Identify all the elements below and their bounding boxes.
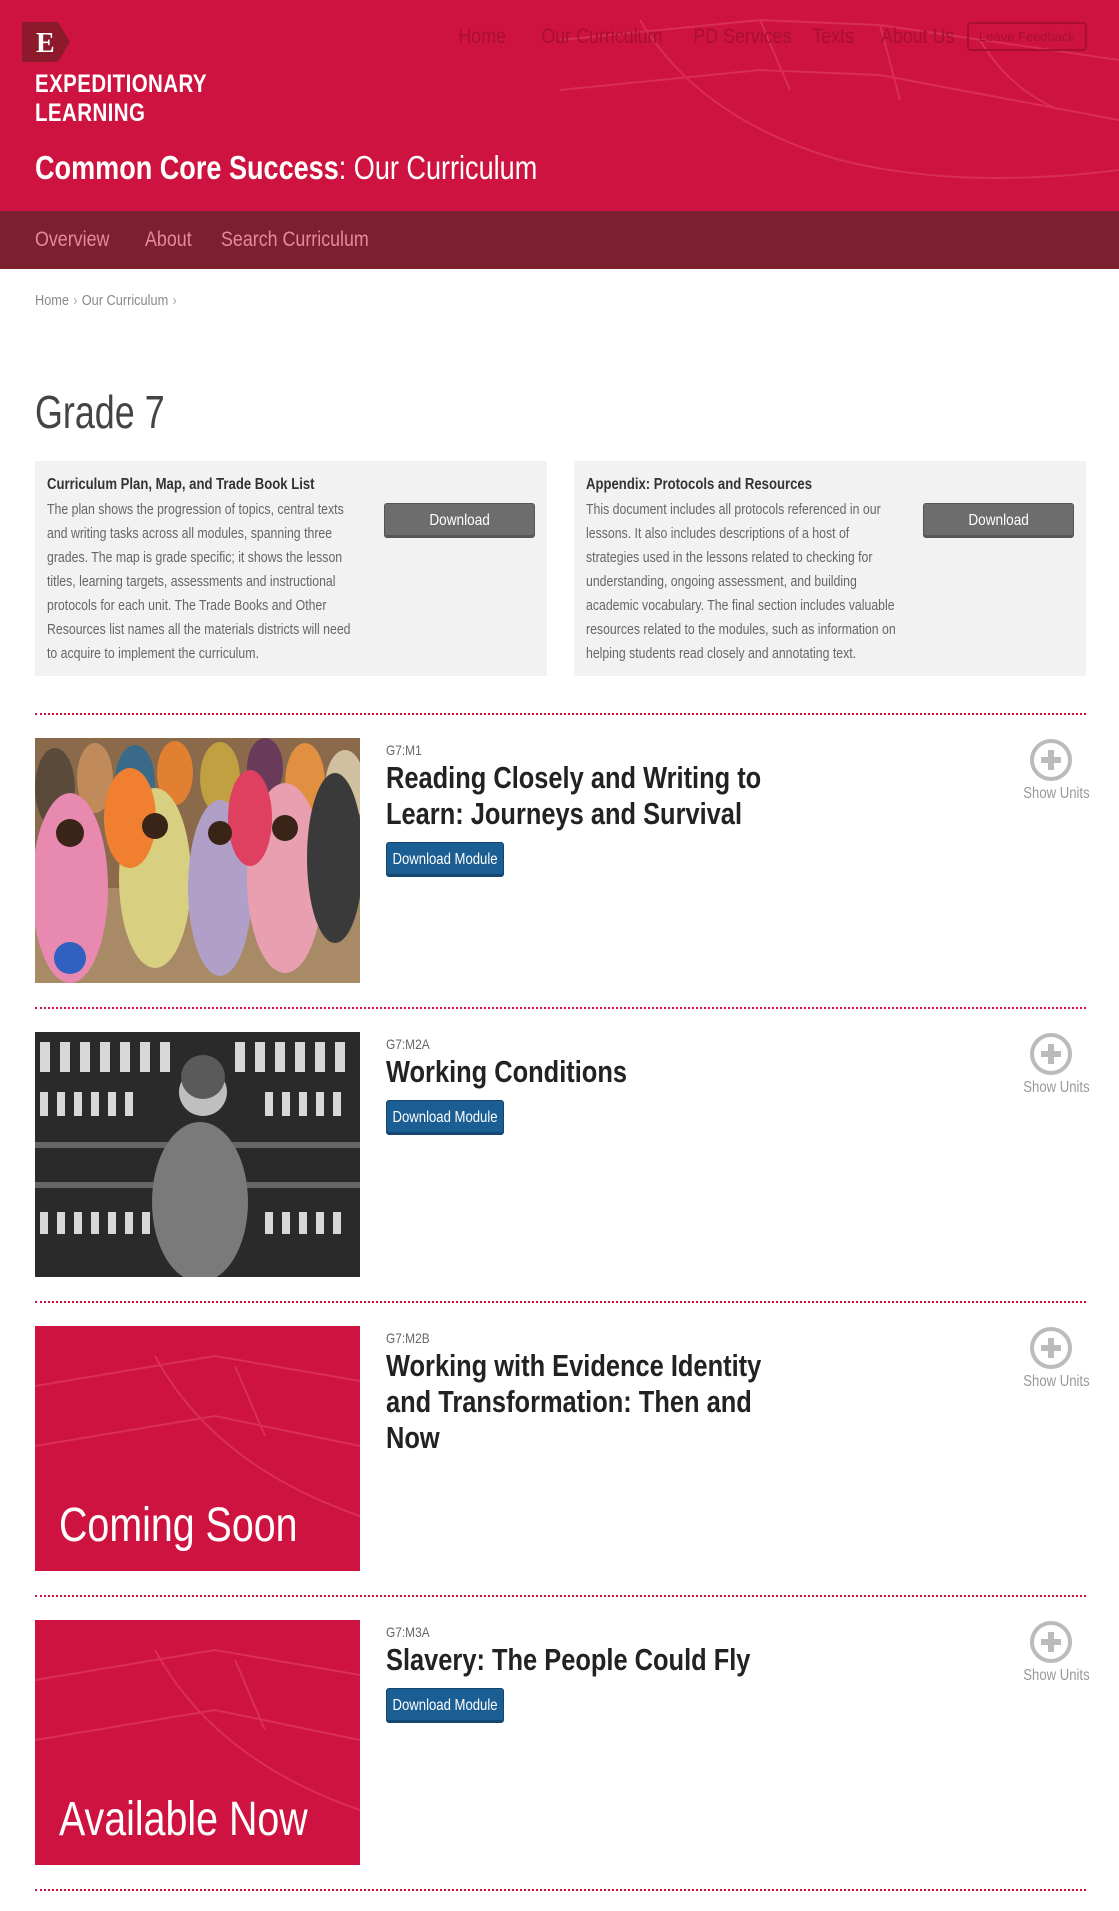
module-code: G7:M3A bbox=[386, 1624, 430, 1640]
plus-circle-icon bbox=[1030, 739, 1072, 781]
coming-soon-label: Coming Soon bbox=[59, 1499, 298, 1552]
plus-circle-icon bbox=[1030, 1327, 1072, 1369]
download-curriculum-plan-button[interactable]: Download bbox=[384, 503, 535, 538]
module-g7-m3a: Available Now G7:M3A Slavery: The People… bbox=[35, 1620, 1090, 1865]
breadcrumb: Home › Our Curriculum › bbox=[35, 292, 181, 309]
module-title[interactable]: Working with Evidence Identity and Trans… bbox=[386, 1348, 812, 1456]
site-header: E EXPEDITIONARY LEARNING Common Core Suc… bbox=[0, 0, 1119, 211]
show-units-toggle[interactable]: Show Units bbox=[1016, 1032, 1090, 1097]
module-divider bbox=[35, 1007, 1086, 1009]
download-label: Download bbox=[429, 511, 490, 529]
page-title: Grade 7 bbox=[35, 386, 165, 438]
module-photo-mill bbox=[35, 1032, 360, 1277]
sub-nav: Overview About Search Curriculum bbox=[0, 211, 1119, 269]
module-image-placeholder[interactable]: Coming Soon bbox=[35, 1326, 360, 1571]
module-code: G7:M2A bbox=[386, 1036, 430, 1052]
module-g7-m2b: Coming Soon G7:M2B Working with Evidence… bbox=[35, 1326, 1090, 1571]
module-image[interactable] bbox=[35, 1032, 360, 1277]
download-module-button[interactable]: Download Module bbox=[386, 1688, 504, 1723]
download-module-button[interactable]: Download Module bbox=[386, 1100, 504, 1135]
module-image-placeholder[interactable]: Available Now bbox=[35, 1620, 360, 1865]
module-g7-m2a: G7:M2A Working Conditions Download Modul… bbox=[35, 1032, 1090, 1277]
module-code: G7:M1 bbox=[386, 742, 422, 758]
site-title-rest: : Our Curriculum bbox=[338, 149, 538, 186]
site-title-bold: Common Core Success bbox=[35, 149, 339, 186]
module-divider bbox=[35, 713, 1086, 715]
leave-feedback-button[interactable]: Leave Feedback bbox=[966, 22, 1087, 51]
nav-pd-services[interactable]: PD Services bbox=[693, 25, 791, 49]
download-module-label: Download Module bbox=[392, 850, 498, 868]
logo-line-2: LEARNING bbox=[35, 99, 146, 127]
nav-texts[interactable]: Texts bbox=[813, 25, 855, 49]
document-panel-curriculum-plan: Curriculum Plan, Map, and Trade Book Lis… bbox=[35, 461, 547, 676]
download-appendix-button[interactable]: Download bbox=[923, 503, 1074, 538]
logo-mark-icon: E bbox=[22, 22, 70, 62]
document-description: This document includes all protocols ref… bbox=[586, 501, 896, 662]
breadcrumb-separator: › bbox=[172, 292, 177, 309]
plus-circle-icon bbox=[1030, 1621, 1072, 1663]
show-units-label: Show Units bbox=[1023, 785, 1090, 802]
show-units-label: Show Units bbox=[1023, 1373, 1090, 1390]
show-units-label: Show Units bbox=[1023, 1667, 1090, 1684]
subnav-overview[interactable]: Overview bbox=[35, 228, 109, 252]
download-label: Download bbox=[968, 511, 1029, 529]
site-logo-text[interactable]: EXPEDITIONARY LEARNING bbox=[35, 70, 207, 128]
module-title[interactable]: Reading Closely and Writing to Learn: Jo… bbox=[386, 760, 812, 832]
module-divider bbox=[35, 1595, 1086, 1597]
nav-our-curriculum[interactable]: Our Curriculum bbox=[541, 25, 662, 49]
document-title: Appendix: Protocols and Resources bbox=[586, 476, 812, 493]
logo-line-1: EXPEDITIONARY bbox=[35, 70, 208, 98]
plus-circle-icon bbox=[1030, 1033, 1072, 1075]
site-title: Common Core Success: Our Curriculum bbox=[35, 150, 537, 186]
show-units-label: Show Units bbox=[1023, 1079, 1090, 1096]
module-code: G7:M2B bbox=[386, 1330, 430, 1346]
document-title: Curriculum Plan, Map, and Trade Book Lis… bbox=[47, 476, 315, 493]
show-units-toggle[interactable]: Show Units bbox=[1016, 1620, 1090, 1685]
breadcrumb-home[interactable]: Home bbox=[35, 292, 69, 309]
show-units-toggle[interactable]: Show Units bbox=[1016, 738, 1090, 803]
show-units-toggle[interactable]: Show Units bbox=[1016, 1326, 1090, 1391]
available-now-label: Available Now bbox=[59, 1793, 308, 1846]
nav-about-us[interactable]: About Us bbox=[881, 25, 954, 49]
document-description: The plan shows the progression of topics… bbox=[47, 501, 351, 662]
download-module-label: Download Module bbox=[392, 1108, 498, 1126]
module-g7-m1: G7:M1 Reading Closely and Writing to Lea… bbox=[35, 738, 1090, 983]
top-nav: Home Our Curriculum PD Services Texts Ab… bbox=[436, 22, 1087, 51]
svg-text:E: E bbox=[36, 28, 55, 59]
module-divider bbox=[35, 1301, 1086, 1303]
module-title[interactable]: Working Conditions bbox=[386, 1054, 812, 1090]
module-image[interactable] bbox=[35, 738, 360, 983]
module-divider bbox=[35, 1889, 1086, 1891]
download-module-button[interactable]: Download Module bbox=[386, 842, 504, 877]
document-panel-appendix: Appendix: Protocols and Resources This d… bbox=[574, 461, 1086, 676]
subnav-about[interactable]: About bbox=[145, 228, 192, 252]
subnav-search-curriculum[interactable]: Search Curriculum bbox=[221, 228, 369, 252]
module-photo-crowd bbox=[35, 738, 360, 983]
breadcrumb-separator: › bbox=[73, 292, 78, 309]
breadcrumb-our-curriculum[interactable]: Our Curriculum bbox=[82, 292, 168, 309]
download-module-label: Download Module bbox=[392, 1696, 498, 1714]
nav-home[interactable]: Home bbox=[458, 25, 506, 49]
module-title[interactable]: Slavery: The People Could Fly bbox=[386, 1642, 812, 1678]
